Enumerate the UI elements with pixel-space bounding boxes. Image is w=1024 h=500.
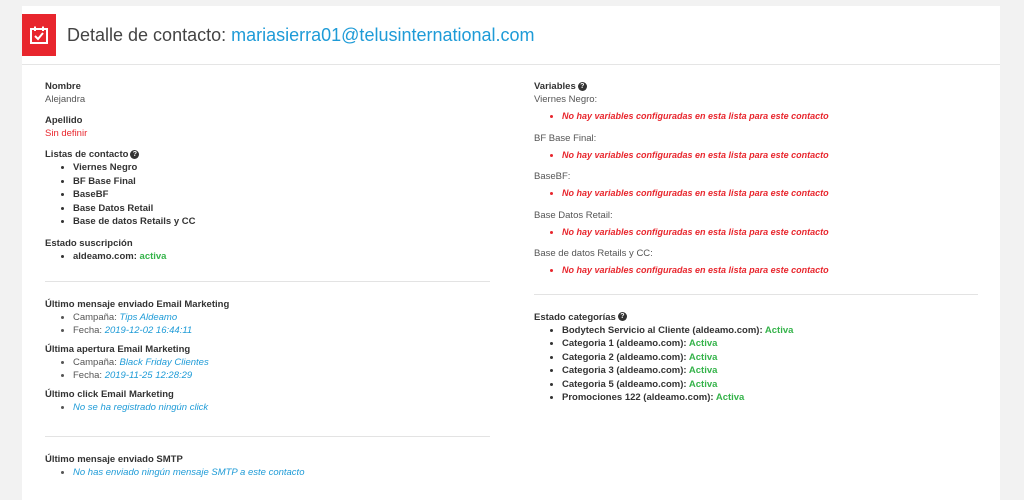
variable-list-name: Base Datos Retail:: [534, 209, 613, 221]
list-item: No hay variables configuradas en esta li…: [562, 149, 978, 163]
apellido-label: Apellido: [45, 115, 83, 126]
date-value: 2019-12-02 16:44:11: [104, 325, 193, 336]
categorias-label: Estado categorías?: [534, 311, 978, 324]
list-item: Fecha: 2019-11-25 12:28:29: [73, 369, 490, 382]
variable-list-name: Viernes Negro:: [534, 94, 598, 105]
left-column: Nombre Alejandra Apellido Sin definir Li…: [45, 80, 490, 479]
list-item: Categoria 2 (aldeamo.com): Activa: [562, 351, 978, 365]
category-name: Categoria 3 (aldeamo.com):: [562, 365, 687, 376]
estado-domain: aldeamo.com:: [73, 250, 137, 262]
ultimo-mensaje-list: Campaña: Tips Aldeamo Fecha: 2019-12-02 …: [45, 311, 490, 337]
list-item: BF Base Final: [73, 175, 490, 189]
apellido-value: Sin definir: [45, 128, 88, 139]
list-item: No hay variables configuradas en esta li…: [562, 226, 978, 240]
help-icon[interactable]: ?: [617, 312, 627, 322]
category-name: Categoria 2 (aldeamo.com):: [562, 351, 687, 363]
nombre-label: Nombre: [45, 81, 81, 92]
list-item: Viernes Negro: [73, 161, 490, 175]
list-item: No hay variables configuradas en esta li…: [562, 187, 978, 201]
divider: [534, 293, 978, 295]
campana-label: Campaña:: [73, 312, 117, 323]
variable-values: No hay variables configuradas en esta li…: [534, 226, 978, 240]
contact-detail-panel: Detalle de contacto: mariasierra01@telus…: [22, 6, 1000, 500]
fecha-label: Fecha:: [73, 370, 103, 381]
variables-label: Variables?: [534, 80, 978, 93]
ultimo-click-label: Último click Email Marketing: [45, 389, 174, 400]
date-value: 2019-11-25 12:28:29: [104, 370, 193, 381]
variable-values: No hay variables configuradas en esta li…: [534, 149, 978, 163]
divider: [45, 436, 490, 437]
campana-label: Campaña:: [73, 357, 117, 368]
campaign-link[interactable]: Tips Aldeamo: [119, 312, 177, 323]
list-item: No has enviado ningún mensaje SMTP a est…: [73, 466, 490, 479]
list-item: Categoria 3 (aldeamo.com): Activa: [562, 364, 978, 378]
list-item: Campaña: Black Friday Clientes: [73, 356, 490, 369]
page-header: Detalle de contacto: mariasierra01@telus…: [22, 6, 1000, 65]
ultimo-click-list: No se ha registrado ningún click: [45, 401, 490, 414]
category-name: Bodytech Servicio al Cliente (aldeamo.co…: [562, 324, 763, 336]
no-click-text: No se ha registrado ningún click: [73, 402, 209, 413]
fecha-label: Fecha:: [73, 325, 103, 336]
no-smtp-text: No has enviado ningún mensaje SMTP a est…: [73, 467, 305, 478]
estado-label: Estado suscripción: [45, 237, 133, 249]
variable-values: No hay variables configuradas en esta li…: [534, 187, 978, 201]
calendar-check-icon: [22, 14, 56, 56]
page-title: Detalle de contacto: mariasierra01@telus…: [67, 25, 535, 46]
ultimo-smtp-list: No has enviado ningún mensaje SMTP a est…: [45, 466, 490, 479]
categorias-list: Bodytech Servicio al Cliente (aldeamo.co…: [534, 324, 978, 405]
campaign-link[interactable]: Black Friday Clientes: [119, 357, 208, 368]
variable-values: No hay variables configuradas en esta li…: [534, 110, 978, 124]
listas-label-text: Listas de contacto: [45, 149, 129, 160]
category-name: Categoria 1 (aldeamo.com):: [562, 338, 687, 349]
status-badge: Activa: [688, 351, 718, 363]
categorias-label-text: Estado categorías: [534, 311, 616, 323]
listas-label: Listas de contacto?: [45, 148, 490, 161]
status-badge: Activa: [764, 324, 794, 336]
variable-list-name: BaseBF:: [534, 171, 571, 182]
estado-list: aldeamo.com: activa: [45, 250, 490, 264]
list-item: Bodytech Servicio al Cliente (aldeamo.co…: [562, 324, 978, 338]
ultimo-smtp-label: Último mensaje enviado SMTP: [45, 454, 183, 465]
list-item: Categoria 5 (aldeamo.com): Activa: [562, 378, 978, 392]
list-item: Fecha: 2019-12-02 16:44:11: [73, 324, 490, 337]
list-item: Campaña: Tips Aldeamo: [73, 311, 490, 324]
listas-list: Viernes Negro BF Base Final BaseBF Base …: [45, 161, 490, 229]
list-item: Base de datos Retails y CC: [73, 215, 490, 229]
list-item: aldeamo.com: activa: [73, 250, 490, 264]
page-title-label: Detalle de contacto:: [67, 25, 227, 45]
divider: [45, 281, 490, 282]
category-name: Categoria 5 (aldeamo.com):: [562, 378, 687, 390]
category-name: Promociones 122 (aldeamo.com):: [562, 392, 714, 403]
status-badge: Activa: [688, 378, 718, 390]
list-item: No hay variables configuradas en esta li…: [562, 264, 978, 278]
list-item: Promociones 122 (aldeamo.com): Activa: [562, 391, 978, 405]
variables-label-text: Variables: [534, 81, 576, 92]
status-badge: activa: [139, 250, 167, 262]
ultima-apertura-list: Campaña: Black Friday Clientes Fecha: 20…: [45, 356, 490, 382]
variable-list-name: Base de datos Retails y CC:: [534, 248, 653, 259]
status-badge: Activa: [688, 365, 718, 376]
contact-email: mariasierra01@telusinternational.com: [231, 25, 535, 45]
list-item: No se ha registrado ningún click: [73, 401, 490, 414]
variable-list-name: BF Base Final:: [534, 132, 597, 144]
list-item: Base Datos Retail: [73, 202, 490, 216]
list-item: No hay variables configuradas en esta li…: [562, 110, 978, 124]
help-icon[interactable]: ?: [577, 81, 587, 91]
nombre-value: Alejandra: [45, 94, 86, 105]
ultima-apertura-label: Última apertura Email Marketing: [45, 344, 191, 355]
variable-values: No hay variables configuradas en esta li…: [534, 264, 978, 278]
ultimo-mensaje-label: Último mensaje enviado Email Marketing: [45, 299, 230, 310]
status-badge: Activa: [688, 338, 718, 349]
list-item: Categoria 1 (aldeamo.com): Activa: [562, 337, 978, 351]
list-item: BaseBF: [73, 188, 490, 202]
status-badge: Activa: [715, 392, 745, 403]
right-column: Variables? Viernes Negro: No hay variabl…: [534, 80, 978, 405]
help-icon[interactable]: ?: [130, 149, 140, 159]
